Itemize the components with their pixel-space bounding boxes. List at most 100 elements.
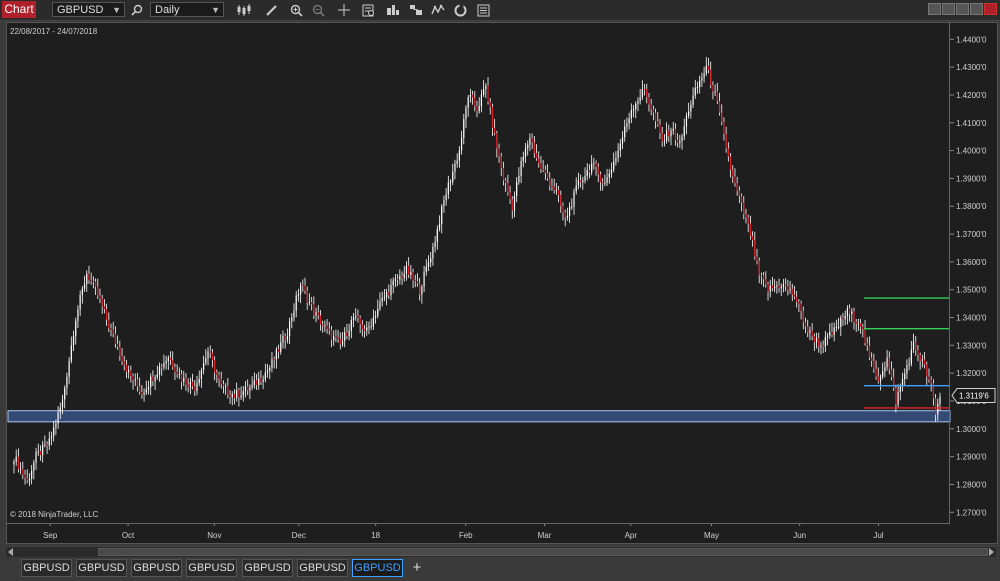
chart-tab-4[interactable]: GBPUSD	[186, 559, 237, 577]
candle-up	[912, 341, 915, 350]
candle-down	[216, 372, 218, 375]
candle-down	[738, 190, 740, 197]
candle-down	[807, 326, 809, 333]
candle-down	[785, 284, 787, 287]
candle-down	[765, 279, 767, 285]
candle-down	[176, 372, 178, 375]
candle-up	[20, 468, 22, 470]
candle-down	[818, 337, 820, 347]
candle-down	[751, 235, 754, 241]
candle-up	[608, 173, 610, 178]
date-range-label: 22/08/2017 - 24/07/2018	[10, 27, 98, 36]
candle-down	[800, 303, 802, 311]
candle-down	[716, 91, 718, 102]
candle-down	[401, 275, 403, 278]
current-price-label: 1.3119'6	[959, 392, 989, 401]
candle-up	[937, 403, 939, 415]
candle-down	[796, 296, 798, 302]
candle-up	[685, 115, 688, 127]
candle-down	[304, 285, 306, 291]
candle-down	[90, 280, 92, 282]
candle-up	[333, 336, 335, 341]
time-axis[interactable]	[6, 523, 950, 524]
candle-down	[238, 390, 240, 398]
candle-down	[136, 379, 139, 387]
candle-down	[648, 97, 650, 105]
candle-up	[423, 271, 425, 287]
candle-up	[844, 316, 846, 320]
candle-up	[150, 376, 152, 387]
candle-down	[538, 158, 540, 164]
candle-up	[921, 359, 923, 361]
candle-down	[123, 361, 125, 365]
candle-up	[280, 342, 282, 352]
candle-down	[560, 194, 562, 206]
candle-down	[657, 121, 659, 125]
candle-up	[143, 392, 145, 395]
candle-up	[77, 309, 79, 321]
candle-up	[59, 407, 61, 413]
candle-up	[33, 462, 35, 471]
candle-up	[568, 206, 571, 216]
candle-down	[169, 357, 172, 361]
candle-up	[641, 89, 643, 98]
candle-down	[194, 386, 196, 392]
candle-up	[696, 87, 699, 89]
price-axis[interactable]	[949, 22, 950, 524]
candle-up	[449, 181, 452, 183]
chart-tab-1[interactable]: GBPUSD	[21, 559, 72, 577]
candle-up	[405, 265, 408, 274]
candle-down	[718, 101, 721, 113]
candle-down	[650, 104, 652, 110]
chart-tab-2[interactable]: GBPUSD	[76, 559, 127, 577]
candle-up	[899, 386, 901, 392]
candle-down	[661, 133, 663, 142]
candle-down	[588, 169, 591, 173]
add-tab-icon[interactable]: +	[408, 559, 426, 577]
support-zone[interactable]	[7, 410, 951, 423]
candle-up	[613, 161, 615, 170]
candle-down	[917, 350, 919, 355]
chart-tab-5[interactable]: GBPUSD	[242, 559, 293, 577]
candle-down	[643, 89, 646, 91]
candle-down	[359, 317, 361, 325]
candle-up	[635, 103, 637, 110]
candle-up	[815, 337, 818, 343]
candle-up	[624, 126, 626, 138]
candle-up	[456, 160, 458, 164]
horizontal-scrollbar[interactable]	[6, 546, 996, 557]
candle-up	[366, 327, 368, 331]
candle-up	[694, 87, 696, 96]
candle-up	[35, 452, 37, 463]
candle-up	[262, 379, 264, 382]
candle-down	[802, 310, 804, 323]
candle-down	[496, 133, 498, 149]
candle-up	[809, 330, 811, 333]
candle-down	[414, 280, 416, 282]
candle-up	[79, 294, 81, 310]
chart-tab-7-active[interactable]: GBPUSD	[352, 559, 403, 577]
candle-down	[646, 89, 648, 98]
candle-down	[110, 328, 112, 330]
price-tick-label: 1.3800'0	[956, 202, 987, 211]
price-tick-label: 1.2700'0	[956, 508, 987, 517]
price-chart[interactable]: 1.4400'0 1.4300'0 1.4200'0 1.4100'0 1.4000'0…	[0, 0, 1000, 545]
candle-down	[723, 122, 725, 134]
candle-down	[46, 444, 48, 446]
candle-up	[231, 394, 233, 397]
candle-down	[734, 176, 736, 184]
scroll-right-arrow-icon[interactable]	[989, 548, 994, 556]
price-tick-label: 1.3700'0	[956, 230, 987, 239]
scroll-left-arrow-icon[interactable]	[8, 548, 13, 556]
candle-down	[105, 309, 108, 320]
candle-up	[203, 363, 205, 371]
candle-down	[471, 94, 474, 98]
chart-tab-6[interactable]: GBPUSD	[297, 559, 348, 577]
candle-down	[507, 183, 509, 193]
candle-up	[529, 138, 531, 145]
copyright-label: © 2018 NinjaTrader, LLC	[10, 510, 99, 519]
price-tick-label: 1.4300'0	[956, 63, 987, 72]
candle-up	[699, 80, 701, 88]
chart-tab-3[interactable]: GBPUSD	[131, 559, 182, 577]
scroll-thumb[interactable]	[98, 548, 988, 556]
